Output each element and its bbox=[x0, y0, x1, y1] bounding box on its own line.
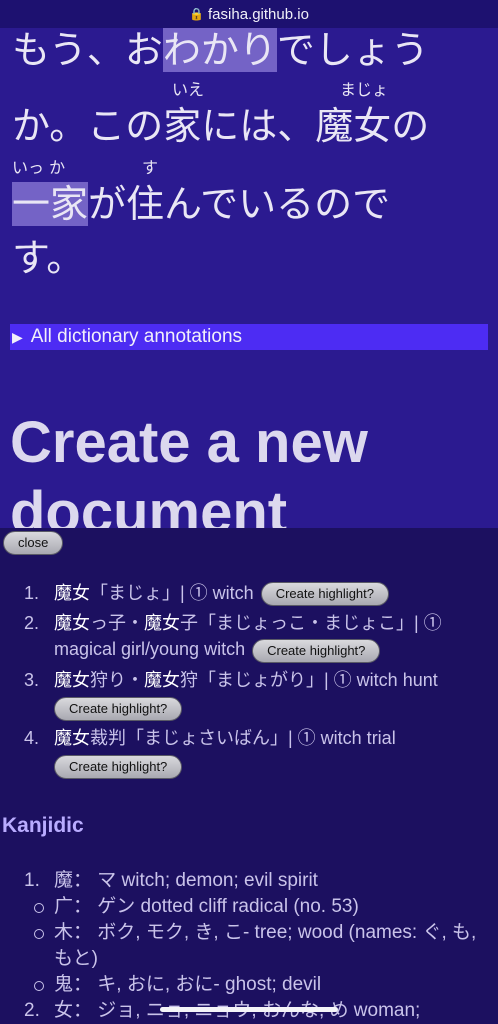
create-highlight-button[interactable]: Create highlight? bbox=[54, 755, 183, 779]
dict-entry-2: 2. 魔女っ子・魔女子「まじょっこ・まじょこ」| ① magical girl/… bbox=[0, 610, 498, 663]
close-button[interactable]: close bbox=[3, 531, 64, 555]
highlighted-word-wakari[interactable]: わかり bbox=[162, 28, 277, 72]
dictionary-entries: 1. 魔女「まじょ」| ① witch Create highlight? 2.… bbox=[0, 580, 498, 779]
kanji-entries: 1. 魔： マ witch; demon; evil spirit 广： ゲン … bbox=[0, 868, 498, 1024]
lock-icon: 🔒 bbox=[189, 7, 205, 21]
sentence-line-3: 一家が住んでいるので bbox=[12, 182, 391, 226]
highlighted-word-ikka[interactable]: 一家 bbox=[12, 182, 89, 226]
kanji-components: 广： ゲン dotted cliff radical (no. 53) 木： ボ… bbox=[0, 894, 498, 998]
url-bar[interactable]: 🔒 fasiha.github.io bbox=[0, 0, 498, 28]
create-highlight-button[interactable]: Create highlight? bbox=[260, 582, 389, 607]
furigana-majo: まじょ bbox=[340, 80, 389, 99]
dict-entry-4: 4. 魔女裁判「まじょさいばん」| ① witch trial Create h… bbox=[0, 725, 498, 779]
furigana-ikka: いっ か bbox=[12, 158, 66, 177]
kanji-component: 木： ボク, モク, き, こ- tree; wood (names: ぐ, も… bbox=[0, 920, 498, 972]
kanji-component: 广： ゲン dotted cliff radical (no. 53) bbox=[0, 894, 498, 920]
dict-entry-3: 3. 魔女狩り・魔女狩「まじょがり」| ① witch hunt Create … bbox=[0, 667, 498, 721]
dict-entry-1: 1. 魔女「まじょ」| ① witch Create highlight? bbox=[0, 580, 498, 607]
reader-content: もう、おわかりでしょう いえ まじょ か。この家には、魔女の いっ か す 一家… bbox=[0, 28, 498, 528]
disclosure-triangle-icon: ▶ bbox=[12, 328, 23, 345]
create-highlight-button[interactable]: Create highlight? bbox=[54, 696, 183, 721]
all-annotations-toggle[interactable]: ▶ All dictionary annotations bbox=[10, 324, 488, 350]
url-domain: fasiha.github.io bbox=[208, 5, 309, 23]
sentence-line-2: か。この家には、魔女の bbox=[12, 104, 430, 148]
kanjidic-heading: Kanjidic bbox=[2, 814, 84, 837]
kanji-entry-1: 1. 魔： マ witch; demon; evil spirit 广： ゲン … bbox=[0, 868, 498, 998]
kanji-component: 鬼： キ, おに, おに- ghost; devil bbox=[0, 972, 498, 998]
sentence-line-4: す。 bbox=[12, 236, 85, 280]
home-indicator[interactable] bbox=[160, 1007, 338, 1012]
furigana-ie: いえ bbox=[172, 80, 205, 99]
sentence-line-1: もう、おわかりでしょう bbox=[12, 28, 429, 72]
dictionary-popup: close 1. 魔女「まじょ」| ① witch Create highlig… bbox=[0, 528, 498, 1024]
create-highlight-button[interactable]: Create highlight? bbox=[252, 638, 381, 663]
create-document-heading: Create a new document bbox=[10, 410, 368, 528]
furigana-su: す bbox=[142, 158, 159, 177]
